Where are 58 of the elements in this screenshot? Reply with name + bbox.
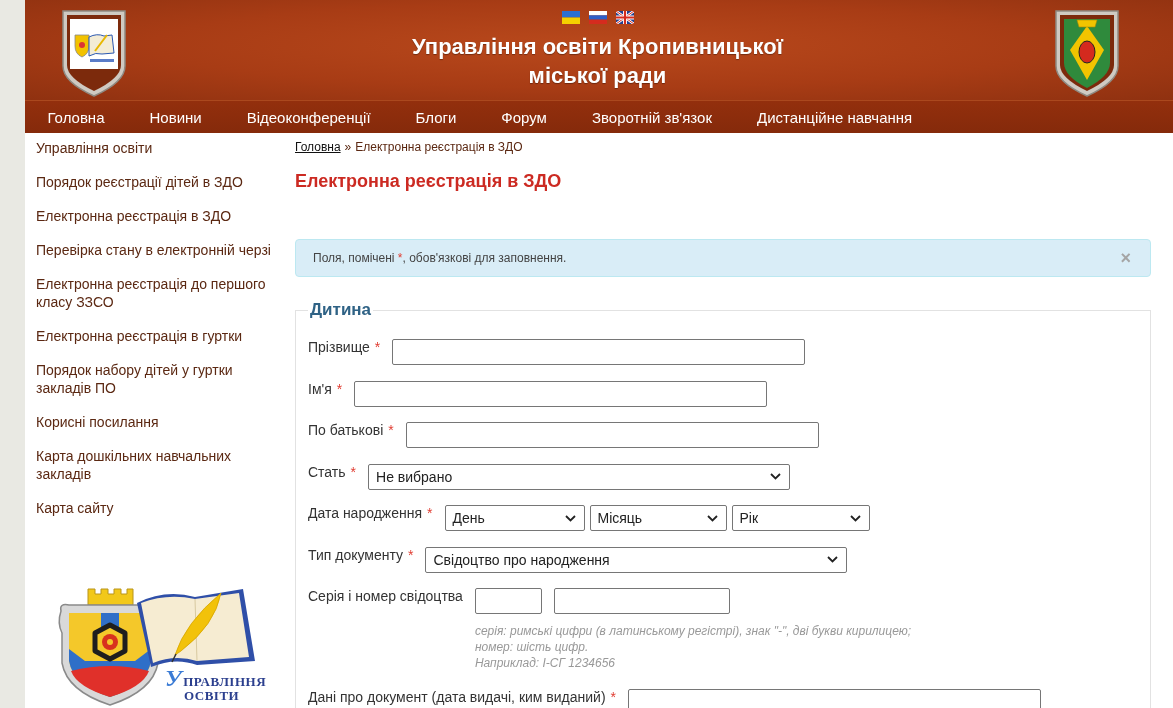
sidebar-link[interactable]: Електронна реєстрація до першого класу ЗЗСО xyxy=(36,275,281,311)
nav-link[interactable]: Зворотній зв'язок xyxy=(569,108,735,126)
sidebar-link[interactable]: Корисні посилання xyxy=(36,413,281,431)
field-label: Тип документу * xyxy=(308,545,414,564)
breadcrumb-current: Електронна реєстрація в ЗДО xyxy=(355,140,523,155)
nav-link[interactable]: Новини xyxy=(127,108,225,126)
text-field[interactable] xyxy=(392,339,806,365)
dropdown[interactable]: Місяць xyxy=(589,505,727,531)
text-field[interactable] xyxy=(628,689,1042,708)
text-field[interactable] xyxy=(405,422,819,448)
field-label: Стать * xyxy=(308,462,356,481)
hint-text: номер: шість цифр. xyxy=(474,639,590,655)
field-label: По батькові * xyxy=(308,421,394,439)
emblem-icon xyxy=(60,8,128,98)
sidebar-link[interactable]: Карта дошкільних навчальних закладів xyxy=(36,447,281,483)
sidebar-link[interactable]: Порядок реєстрації дітей в ЗДО xyxy=(36,173,281,191)
sidebar-link[interactable]: Електронна реєстрація в гуртки xyxy=(36,327,281,345)
nav-link[interactable]: Блоги xyxy=(393,108,479,126)
nav-link[interactable]: Головна xyxy=(25,108,127,126)
logo-text: УПРАВЛІННЯ xyxy=(165,667,266,692)
chevron-icon xyxy=(849,514,861,522)
russian-flag-icon[interactable] xyxy=(588,11,607,24)
field-label: Серія і номер свідоцтва xyxy=(308,587,463,605)
sidebar-link[interactable]: Порядок набору дітей у гуртки закладів ПО xyxy=(36,361,281,397)
coat-of-arms-icon xyxy=(1053,8,1121,98)
dropdown[interactable]: День xyxy=(444,505,585,531)
section-legend: Дитина xyxy=(308,299,374,321)
chevron-icon xyxy=(827,556,839,563)
sidebar-link[interactable]: Управління освіти xyxy=(36,139,281,157)
site-title: Управління освіти Кропивницької міської ради xyxy=(411,33,785,90)
field-label: Дані про документ (дата видачі, ким виданий) * xyxy=(308,688,617,706)
text-field[interactable] xyxy=(354,380,768,407)
dropdown[interactable]: Рік xyxy=(731,505,870,531)
field-label: Дата народження * xyxy=(308,504,433,522)
british-flag-icon[interactable] xyxy=(615,11,634,24)
dropdown[interactable]: Не вибрано xyxy=(368,463,790,490)
chevron-icon xyxy=(564,514,576,522)
field-label: Ім'я * xyxy=(308,379,343,398)
nav-link[interactable]: Дистанційне навчання xyxy=(734,108,935,126)
hint-text: серія: римські цифри (в латинському регістрі), знак "-", дві букви кирилицею; xyxy=(474,623,912,639)
sidebar-link[interactable]: Електронна реєстрація в ЗДО xyxy=(36,207,281,225)
text-field[interactable] xyxy=(553,588,730,614)
hint-text: Наприклад: I-СГ 1234656 xyxy=(474,655,616,671)
breadcrumb-link[interactable]: Головна xyxy=(295,140,341,155)
breadcrumb-separator: » xyxy=(344,140,352,155)
chevron-icon xyxy=(706,514,718,522)
page-title: Електронна реєстрація в ЗДО xyxy=(295,170,563,192)
dropdown[interactable]: Свідоцтво про народження xyxy=(425,546,848,573)
ukrainian-flag-icon[interactable] xyxy=(561,11,580,24)
logo-text: ОСВІТИ xyxy=(184,689,240,703)
nav-link[interactable]: Відеоконференції xyxy=(224,108,394,126)
chevron-icon xyxy=(770,473,781,480)
text-field[interactable] xyxy=(474,588,542,614)
field-label: Прізвище * xyxy=(308,338,381,356)
alert-message: Поля, помічені *, обов'язкові для заповнення. xyxy=(313,250,567,266)
sidebar-link[interactable]: Карта сайту xyxy=(36,499,281,517)
nav-link[interactable]: Форум xyxy=(478,108,570,126)
sidebar-link[interactable]: Перевірка стану в електронній черзі xyxy=(36,241,281,259)
